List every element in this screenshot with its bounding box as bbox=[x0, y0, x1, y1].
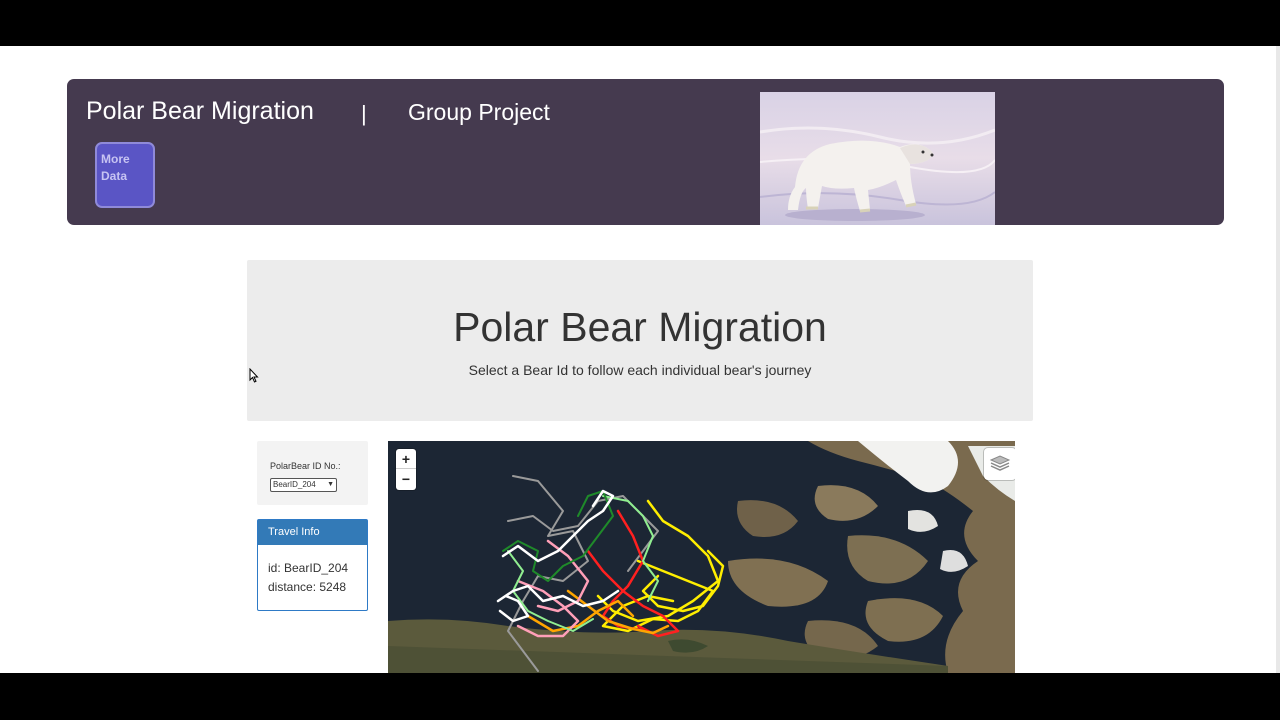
bear-id-label: PolarBear ID No.: bbox=[270, 461, 341, 471]
travel-info-panel: Travel Info id: BearID_204 distance: 524… bbox=[257, 519, 368, 611]
site-header: Polar Bear Migration | Group Project Mor… bbox=[67, 79, 1224, 225]
chevron-down-icon: ▼ bbox=[327, 481, 334, 488]
page-title: Polar Bear Migration bbox=[453, 304, 827, 350]
page-instructions: Select a Bear Id to follow each individu… bbox=[468, 362, 812, 378]
more-data-button[interactable]: More Data bbox=[95, 142, 155, 208]
migration-map[interactable]: + − bbox=[388, 441, 1015, 673]
jumbotron: Polar Bear Migration Select a Bear Id to… bbox=[247, 260, 1033, 421]
title-separator: | bbox=[361, 101, 367, 126]
bear-id-select[interactable]: BearID_204 ▼ bbox=[270, 478, 337, 492]
zoom-out-button[interactable]: − bbox=[396, 469, 416, 489]
mouse-cursor-icon bbox=[249, 367, 259, 388]
bear-id-selector-box: PolarBear ID No.: BearID_204 ▼ bbox=[257, 441, 368, 505]
page-scrollbar[interactable] bbox=[1276, 46, 1280, 673]
travel-info-heading: Travel Info bbox=[258, 520, 367, 545]
travel-info-id: id: BearID_204 bbox=[268, 561, 349, 575]
polar-bear-photo bbox=[760, 92, 995, 225]
browser-viewport: Polar Bear Migration | Group Project Mor… bbox=[0, 46, 1280, 673]
layers-icon[interactable] bbox=[984, 448, 1015, 480]
travel-info-distance: distance: 5248 bbox=[268, 580, 347, 594]
zoom-control: + − bbox=[396, 449, 416, 490]
zoom-in-button[interactable]: + bbox=[396, 449, 416, 469]
site-title: Polar Bear Migration bbox=[86, 97, 314, 125]
site-subtitle: Group Project bbox=[408, 99, 550, 125]
letterbox-top bbox=[0, 0, 1280, 46]
travel-info-body: id: BearID_204 distance: 5248 bbox=[258, 545, 367, 597]
satellite-basemap bbox=[388, 441, 1015, 673]
letterbox-bottom bbox=[0, 673, 1280, 720]
bear-id-selected-value: BearID_204 bbox=[273, 480, 316, 489]
